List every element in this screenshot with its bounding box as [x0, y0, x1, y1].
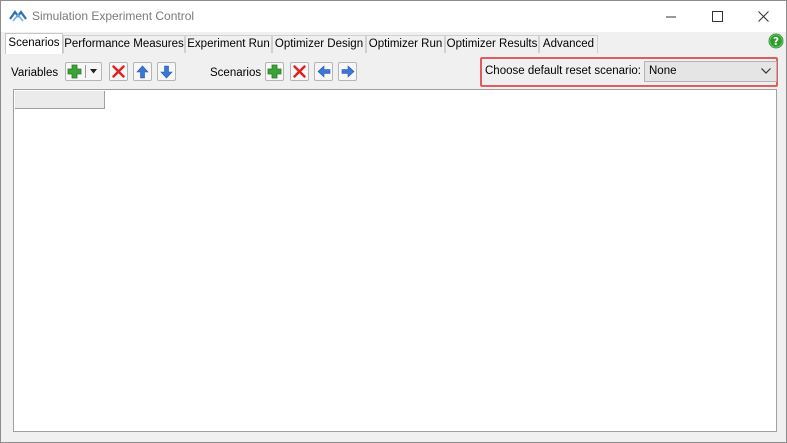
scenario-grid[interactable] — [13, 89, 777, 432]
arrow-right-icon — [341, 65, 354, 78]
arrow-up-icon — [136, 65, 149, 78]
help-icon[interactable]: ? — [768, 33, 784, 49]
svg-text:?: ? — [773, 36, 779, 48]
add-icon — [267, 64, 282, 79]
tab-optimizer-run[interactable]: Optimizer Run — [366, 35, 445, 53]
remove-icon — [112, 65, 125, 78]
reset-scenario-value: None — [649, 65, 677, 77]
move-scenario-left-button[interactable] — [314, 62, 333, 81]
arrow-down-icon — [160, 65, 173, 78]
grid-corner-header[interactable] — [15, 91, 105, 109]
reset-scenario-label: Choose default reset scenario: — [485, 65, 641, 77]
reset-scenario-select[interactable]: None — [644, 61, 777, 82]
close-button[interactable] — [740, 1, 786, 32]
move-scenario-right-button[interactable] — [338, 62, 357, 81]
chevron-down-icon — [761, 68, 771, 74]
tab-performance-measures[interactable]: Performance Measures — [63, 35, 185, 53]
title-bar[interactable]: Simulation Experiment Control — [1, 1, 786, 32]
add-icon — [67, 64, 82, 79]
dropdown-arrow-icon[interactable] — [90, 69, 97, 74]
remove-variable-button[interactable] — [109, 62, 128, 81]
app-icon — [9, 10, 27, 22]
tab-advanced[interactable]: Advanced — [539, 35, 598, 53]
move-variable-up-button[interactable] — [133, 62, 152, 81]
remove-icon — [293, 65, 306, 78]
split-separator — [85, 65, 86, 78]
remove-scenario-button[interactable] — [290, 62, 309, 81]
window-title: Simulation Experiment Control — [32, 9, 195, 23]
maximize-button[interactable] — [694, 1, 740, 32]
tab-experiment-run[interactable]: Experiment Run — [185, 35, 272, 53]
tab-scenarios[interactable]: Scenarios — [5, 33, 63, 54]
scenarios-label: Scenarios — [210, 67, 262, 79]
add-variable-button[interactable] — [65, 62, 102, 81]
tab-optimizer-results[interactable]: Optimizer Results — [445, 35, 539, 53]
minimize-icon — [666, 16, 676, 17]
move-variable-down-button[interactable] — [157, 62, 176, 81]
minimize-button[interactable] — [648, 1, 694, 32]
variables-label: Variables — [11, 67, 59, 79]
add-scenario-button[interactable] — [265, 62, 284, 81]
experiment-control-window: Simulation Experiment Control Scenarios … — [0, 0, 787, 443]
close-icon — [757, 11, 769, 22]
tab-optimizer-design[interactable]: Optimizer Design — [272, 35, 366, 53]
maximize-icon — [711, 11, 723, 22]
arrow-left-icon — [317, 65, 330, 78]
tab-bar: Scenarios Performance Measures Experimen… — [5, 33, 784, 54]
